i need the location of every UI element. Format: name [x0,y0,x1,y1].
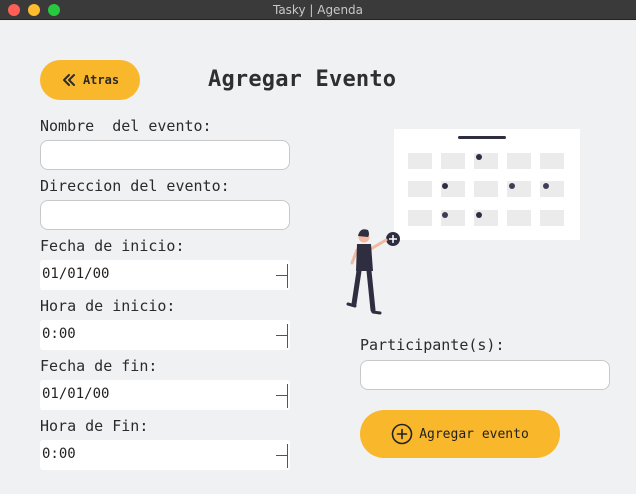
participants-input[interactable] [360,360,610,390]
start-time-picker[interactable]: 0:00 [40,320,290,350]
end-date-stepper[interactable] [276,384,288,408]
end-date-picker[interactable]: 01/01/00 [40,380,290,410]
start-date-stepper[interactable] [276,264,288,288]
end-time-value: 0:00 [42,446,76,462]
event-name-input[interactable] [40,140,290,170]
add-event-button-label: Agregar evento [419,426,529,442]
add-event-button[interactable]: Agregar evento [360,410,560,458]
end-time-picker[interactable]: 0:00 [40,440,290,470]
start-date-picker[interactable]: 01/01/00 [40,260,290,290]
start-date-value: 01/01/00 [42,266,110,282]
window-title: Tasky | Agenda [272,3,364,17]
end-date-value: 01/01/00 [42,386,110,402]
event-name-label: Nombre del evento: [40,117,212,135]
page-title: Agregar Evento [208,67,397,92]
plus-circle-icon [391,423,413,445]
start-date-label: Fecha de inicio: [40,237,185,255]
double-chevron-left-icon [62,74,75,86]
end-time-stepper[interactable] [276,444,288,468]
event-address-label: Direccion del evento: [40,177,230,195]
back-button[interactable]: Atras [40,60,140,100]
start-time-label: Hora de inicio: [40,297,176,315]
end-date-label: Fecha de fin: [40,357,158,375]
end-time-label: Hora de Fin: [40,417,149,435]
start-time-stepper[interactable] [276,324,288,348]
window-titlebar: Tasky | Agenda [0,0,636,20]
event-address-input[interactable] [40,200,290,230]
participants-label: Participante(s): [360,336,505,354]
calendar-illustration [346,129,580,315]
main-content: Atras Agregar Evento Nombre del evento: … [0,21,636,494]
back-button-label: Atras [82,73,120,87]
start-time-value: 0:00 [42,326,76,342]
